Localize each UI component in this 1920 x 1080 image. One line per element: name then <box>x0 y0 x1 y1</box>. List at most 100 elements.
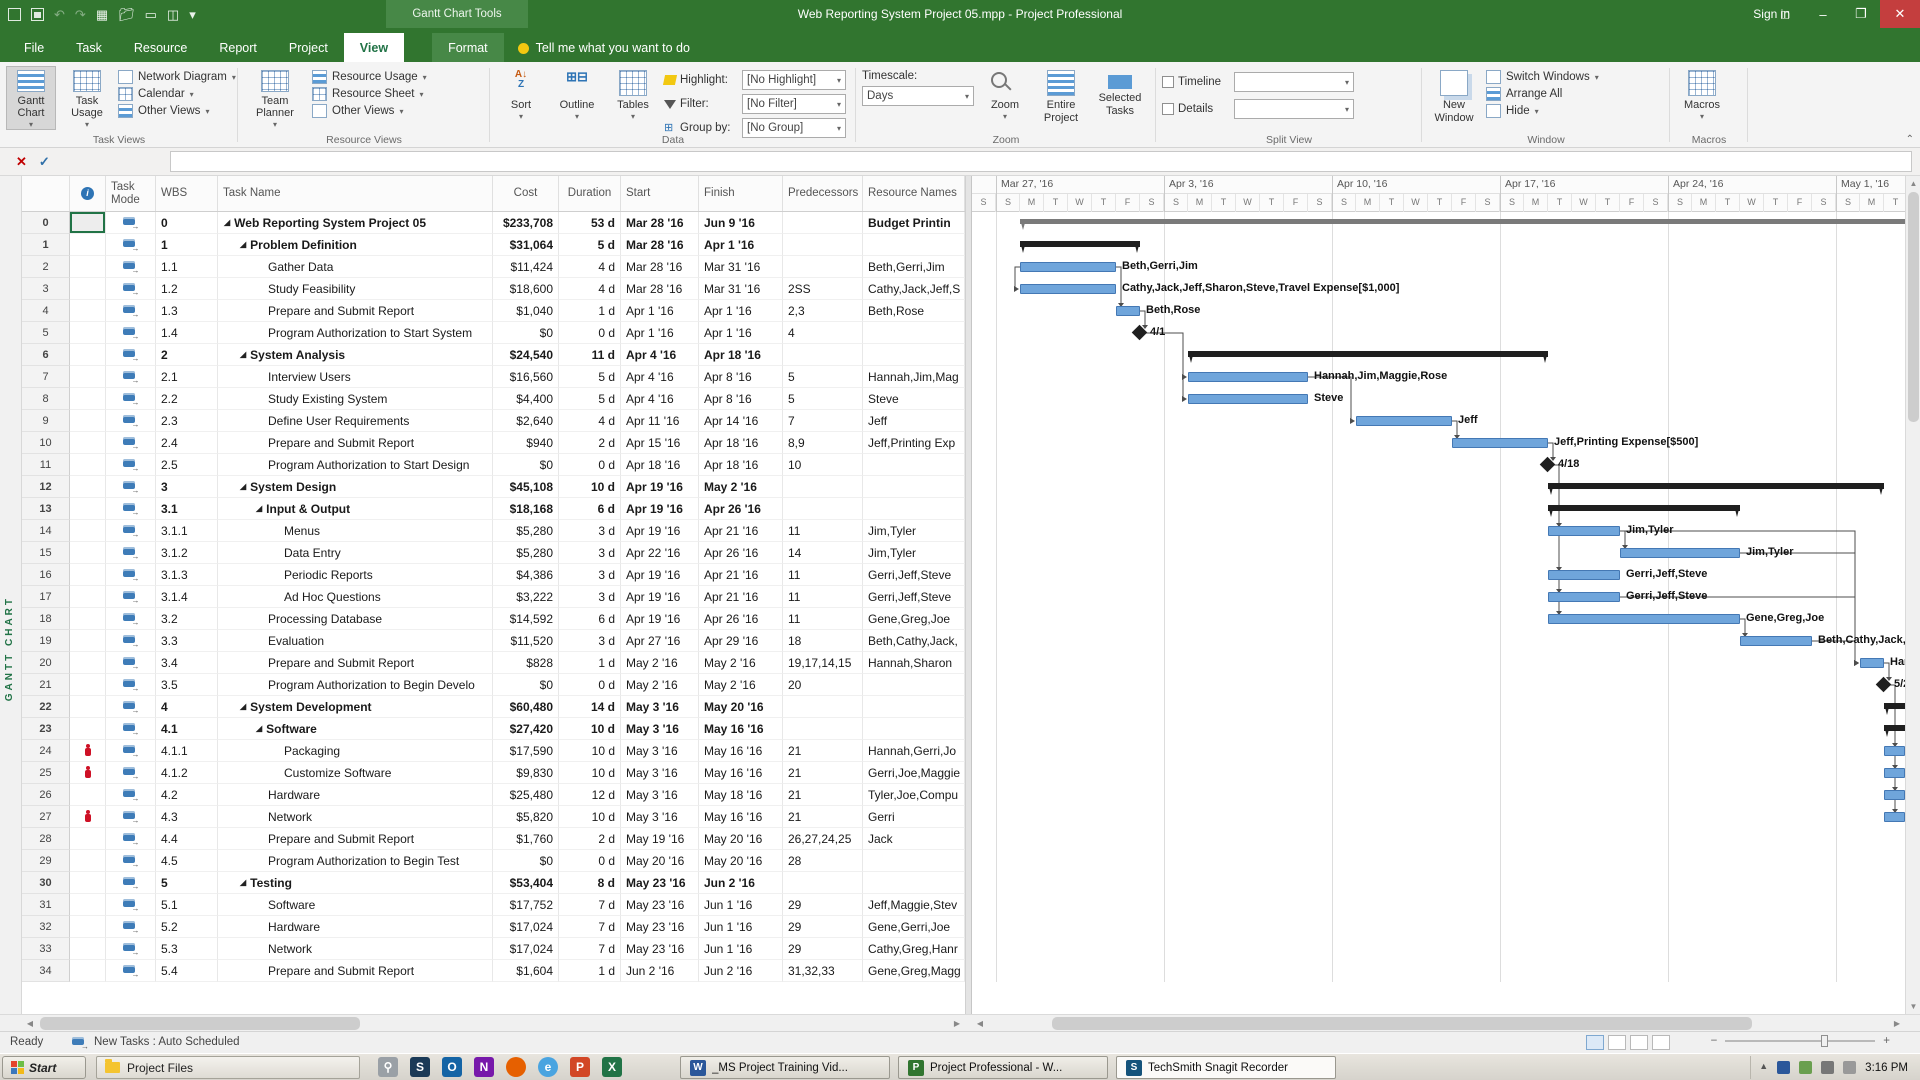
wbs-cell[interactable]: 4.4 <box>156 828 218 850</box>
finish-cell[interactable]: Apr 8 '16 <box>699 388 783 410</box>
task-mode-cell[interactable] <box>106 652 156 674</box>
tab-file[interactable]: File <box>8 33 60 62</box>
task-usage-view-shortcut[interactable] <box>1608 1035 1626 1050</box>
gantt-bar[interactable] <box>1548 570 1620 580</box>
cost-cell[interactable]: $0 <box>493 454 559 476</box>
resource-names-cell[interactable] <box>863 696 965 718</box>
cost-cell[interactable]: $940 <box>493 432 559 454</box>
cost-cell[interactable]: $25,480 <box>493 784 559 806</box>
cost-cell[interactable]: $17,024 <box>493 916 559 938</box>
start-cell[interactable]: Apr 1 '16 <box>621 300 699 322</box>
indicator-cell[interactable] <box>70 256 106 278</box>
wbs-cell[interactable]: 4.1 <box>156 718 218 740</box>
resource-names-cell[interactable]: Jack <box>863 828 965 850</box>
start-cell[interactable]: Apr 27 '16 <box>621 630 699 652</box>
cost-cell[interactable]: $18,600 <box>493 278 559 300</box>
task-name-cell[interactable]: Prepare and Submit Report <box>218 960 493 982</box>
start-cell[interactable]: May 23 '16 <box>621 894 699 916</box>
cost-cell[interactable]: $11,520 <box>493 630 559 652</box>
tab-view[interactable]: View <box>344 33 404 62</box>
start-cell[interactable]: Apr 19 '16 <box>621 498 699 520</box>
taskbar-app-project[interactable]: P Project Professional - W... <box>898 1056 1108 1079</box>
task-mode-cell[interactable] <box>106 542 156 564</box>
cost-cell[interactable]: $24,540 <box>493 344 559 366</box>
start-cell[interactable]: Apr 1 '16 <box>621 322 699 344</box>
indicator-cell[interactable] <box>70 564 106 586</box>
duration-cell[interactable]: 3 d <box>559 542 621 564</box>
indicator-cell[interactable] <box>70 366 106 388</box>
resource-names-cell[interactable]: Beth,Gerri,Jim <box>863 256 965 278</box>
firefox-icon[interactable] <box>506 1057 526 1077</box>
duration-cell[interactable]: 2 d <box>559 828 621 850</box>
predecessors-cell[interactable]: 29 <box>783 894 863 916</box>
indicator-cell[interactable] <box>70 212 106 234</box>
finish-cell[interactable]: Jun 1 '16 <box>699 894 783 916</box>
column-header[interactable]: Task Name <box>218 176 493 211</box>
resource-names-cell[interactable]: Gene,Greg,Joe <box>863 608 965 630</box>
duration-cell[interactable]: 2 d <box>559 432 621 454</box>
predecessors-cell[interactable] <box>783 256 863 278</box>
redo-icon[interactable]: ↷ <box>75 8 86 21</box>
indicator-cell[interactable] <box>70 344 106 366</box>
resource-names-cell[interactable]: Jeff,Printing Exp <box>863 432 965 454</box>
duration-cell[interactable]: 0 d <box>559 850 621 872</box>
duration-cell[interactable]: 53 d <box>559 212 621 234</box>
task-name-cell[interactable]: Packaging <box>218 740 493 762</box>
duration-cell[interactable]: 5 d <box>559 388 621 410</box>
task-mode-cell[interactable] <box>106 872 156 894</box>
task-name-cell[interactable]: Data Entry <box>218 542 493 564</box>
task-name-cell[interactable]: Interview Users <box>218 366 493 388</box>
zoom-slider-thumb[interactable] <box>1821 1035 1828 1047</box>
row-number[interactable]: 0 <box>22 212 70 234</box>
task-usage-button[interactable]: Task Usage▾ <box>62 66 112 130</box>
start-cell[interactable]: Apr 15 '16 <box>621 432 699 454</box>
row-number[interactable]: 4 <box>22 300 70 322</box>
cost-cell[interactable]: $0 <box>493 674 559 696</box>
column-header[interactable]: Cost <box>493 176 559 211</box>
wbs-cell[interactable]: 4.5 <box>156 850 218 872</box>
row-number[interactable]: 28 <box>22 828 70 850</box>
task-mode-cell[interactable] <box>106 938 156 960</box>
task-name-cell[interactable]: Prepare and Submit Report <box>218 652 493 674</box>
row-number[interactable]: 26 <box>22 784 70 806</box>
duration-cell[interactable]: 10 d <box>559 806 621 828</box>
row-number[interactable]: 17 <box>22 586 70 608</box>
details-checkbox[interactable] <box>1162 103 1174 115</box>
scroll-right-icon[interactable]: ▶ <box>949 1015 965 1032</box>
start-cell[interactable]: May 20 '16 <box>621 850 699 872</box>
finish-cell[interactable]: Jun 2 '16 <box>699 872 783 894</box>
collapse-triangle-icon[interactable]: ◢ <box>224 218 230 227</box>
task-mode-cell[interactable] <box>106 322 156 344</box>
cost-cell[interactable]: $31,064 <box>493 234 559 256</box>
row-number[interactable]: 25 <box>22 762 70 784</box>
duration-cell[interactable]: 8 d <box>559 872 621 894</box>
resource-names-cell[interactable]: Hannah,Gerri,Jo <box>863 740 965 762</box>
task-name-cell[interactable]: Prepare and Submit Report <box>218 828 493 850</box>
finish-cell[interactable]: Apr 26 '16 <box>699 542 783 564</box>
other-views-button[interactable]: Other Views▾ <box>118 104 236 118</box>
start-cell[interactable]: Apr 4 '16 <box>621 366 699 388</box>
start-cell[interactable]: Apr 4 '16 <box>621 388 699 410</box>
predecessors-cell[interactable]: 20 <box>783 674 863 696</box>
row-number[interactable]: 19 <box>22 630 70 652</box>
start-cell[interactable]: Apr 19 '16 <box>621 608 699 630</box>
row-number[interactable]: 21 <box>22 674 70 696</box>
cost-cell[interactable]: $2,640 <box>493 410 559 432</box>
timeline-dropdown[interactable]: ▾ <box>1234 72 1354 92</box>
predecessors-cell[interactable]: 18 <box>783 630 863 652</box>
powerpoint-icon[interactable]: P <box>570 1057 590 1077</box>
start-cell[interactable]: Jun 2 '16 <box>621 960 699 982</box>
wbs-cell[interactable]: 3.4 <box>156 652 218 674</box>
resource-names-cell[interactable]: Gene,Greg,Magg <box>863 960 965 982</box>
finish-cell[interactable]: May 20 '16 <box>699 850 783 872</box>
wbs-cell[interactable]: 2.1 <box>156 366 218 388</box>
wbs-cell[interactable]: 3.3 <box>156 630 218 652</box>
predecessors-cell[interactable] <box>783 234 863 256</box>
predecessors-cell[interactable]: 26,27,24,25 <box>783 828 863 850</box>
predecessors-cell[interactable] <box>783 344 863 366</box>
wbs-cell[interactable]: 3.1.2 <box>156 542 218 564</box>
start-cell[interactable]: Apr 19 '16 <box>621 564 699 586</box>
indicator-cell[interactable] <box>70 960 106 982</box>
wbs-cell[interactable]: 2.5 <box>156 454 218 476</box>
predecessors-cell[interactable]: 29 <box>783 938 863 960</box>
